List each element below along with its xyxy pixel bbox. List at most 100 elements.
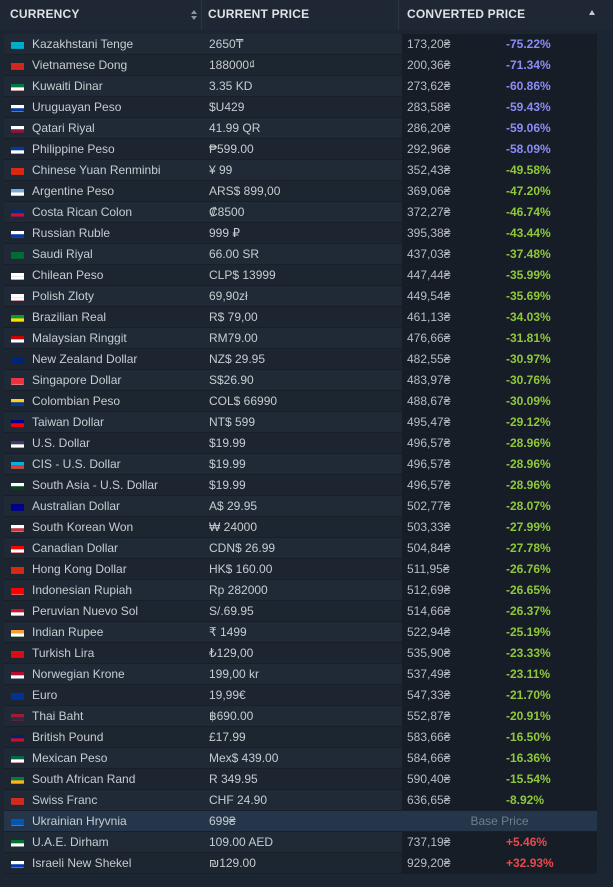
flag-au-icon xyxy=(11,501,24,511)
table-row[interactable]: Polish Zloty 69,90zł 449,54₴ -35.69% xyxy=(4,286,597,307)
price-difference-percent: -28.96% xyxy=(506,436,551,450)
table-row[interactable]: Norwegian Krone 199,00 kr 537,49₴ -23.11% xyxy=(4,664,597,685)
price-difference-percent: -75.22% xyxy=(506,37,551,51)
base-price-label: Base Price xyxy=(470,814,529,828)
table-row[interactable]: Israeli New Shekel ₪129.00 929,20₴ +32.93% xyxy=(4,853,597,874)
table-row[interactable]: Kazakhstani Tenge 2650₸ 173,20₴ -75.22% xyxy=(4,34,597,55)
current-price: 3.35 KD xyxy=(209,79,253,93)
currency-name: South African Rand xyxy=(32,772,136,786)
table-row[interactable]: South African Rand R 349.95 590,40₴ -15.54% xyxy=(4,769,597,790)
table-row[interactable]: Brazilian Real R$ 79,00 461,13₴ -34.03% xyxy=(4,307,597,328)
flag-il-icon xyxy=(11,858,24,868)
table-row[interactable]: Hong Kong Dollar HK$ 160.00 511,95₴ -26.76% xyxy=(4,559,597,580)
price-difference-percent: -20.91% xyxy=(506,709,551,723)
table-row[interactable]: Indian Rupee ₹ 1499 522,94₴ -25.19% xyxy=(4,622,597,643)
current-price: 109.00 AED xyxy=(209,835,274,849)
table-row[interactable]: Singapore Dollar S$26.90 483,97₴ -30.76% xyxy=(4,370,597,391)
converted-price: 488,67₴ xyxy=(407,394,451,408)
table-row[interactable]: Peruvian Nuevo Sol S/.69.95 514,66₴ -26.37% xyxy=(4,601,597,622)
current-price: ₡8500 xyxy=(209,205,245,219)
table-row[interactable]: Qatari Riyal 41.99 QR 286,20₴ -59.06% xyxy=(4,118,597,139)
converted-cell: 522,94₴ -25.19% xyxy=(402,622,597,643)
converted-cell: 514,66₴ -26.37% xyxy=(402,601,597,622)
currency-name: Euro xyxy=(32,688,58,702)
converted-price: 583,66₴ xyxy=(407,730,451,744)
price-difference-percent: -8.92% xyxy=(506,793,545,807)
converted-price: 496,57₴ xyxy=(407,436,451,450)
table-row[interactable]: Malaysian Ringgit RM79.00 476,66₴ -31.81% xyxy=(4,328,597,349)
currency-name: Swiss Franc xyxy=(32,793,98,807)
current-price: Mex$ 439.00 xyxy=(209,751,279,765)
price-difference-percent: -27.78% xyxy=(506,541,551,555)
table-row[interactable]: South Korean Won ₩ 24000 503,33₴ -27.99% xyxy=(4,517,597,538)
currency-name: South Asia - U.S. Dollar xyxy=(32,478,159,492)
table-row[interactable]: Chilean Peso CLP$ 13999 447,44₴ -35.99% xyxy=(4,265,597,286)
currency-column-header[interactable]: CURRENCY xyxy=(10,7,80,21)
currency-name: Chinese Yuan Renminbi xyxy=(32,163,161,177)
price-difference-percent: -28.07% xyxy=(506,499,551,513)
converted-cell: 584,66₴ -16.36% xyxy=(402,748,597,769)
converted-cell: 503,33₴ -27.99% xyxy=(402,517,597,538)
table-row[interactable]: Swiss Franc CHF 24.90 636,65₴ -8.92% xyxy=(4,790,597,811)
current-price: 41.99 QR xyxy=(209,121,261,135)
table-row[interactable]: Euro 19,99€ 547,33₴ -21.70% xyxy=(4,685,597,706)
converted-price: 496,57₴ xyxy=(407,478,451,492)
table-row[interactable]: Thai Baht ฿690.00 552,87₴ -20.91% xyxy=(4,706,597,727)
table-row[interactable]: Mexican Peso Mex$ 439.00 584,66₴ -16.36% xyxy=(4,748,597,769)
table-row[interactable]: Colombian Peso COL$ 66990 488,67₴ -30.09% xyxy=(4,391,597,412)
table-row[interactable]: South Asia - U.S. Dollar $19.99 496,57₴ -28… xyxy=(4,475,597,496)
table-row[interactable]: Kuwaiti Dinar 3.35 KD 273,62₴ -60.86% xyxy=(4,76,597,97)
converted-cell: 476,66₴ -31.81% xyxy=(402,328,597,349)
table-row[interactable]: Canadian Dollar CDN$ 26.99 504,84₴ -27.78% xyxy=(4,538,597,559)
table-row[interactable]: New Zealand Dollar NZ$ 29.95 482,55₴ -30.97… xyxy=(4,349,597,370)
sort-updown-icon[interactable] xyxy=(190,9,198,21)
table-row[interactable]: Australian Dollar A$ 29.95 502,77₴ -28.07% xyxy=(4,496,597,517)
current-price: R 349.95 xyxy=(209,772,258,786)
converted-cell: 369,06₴ -47.20% xyxy=(402,181,597,202)
currency-name: Kazakhstani Tenge xyxy=(32,37,134,51)
currency-name: Taiwan Dollar xyxy=(32,415,105,429)
converted-price: 584,66₴ xyxy=(407,751,451,765)
current-price-column-header[interactable]: CURRENT PRICE xyxy=(208,7,309,21)
table-row[interactable]: Uruguayan Peso $U429 283,58₴ -59.43% xyxy=(4,97,597,118)
converted-price: 636,65₴ xyxy=(407,793,451,807)
table-row[interactable]: Indonesian Rupiah Rp 282000 512,69₴ -26.65% xyxy=(4,580,597,601)
current-price: 66.00 SR xyxy=(209,247,260,261)
current-price: S/.69.95 xyxy=(209,604,254,618)
table-row[interactable]: Turkish Lira ₺129,00 535,90₴ -23.33% xyxy=(4,643,597,664)
price-difference-percent: -23.11% xyxy=(506,667,551,681)
currency-name: New Zealand Dollar xyxy=(32,352,138,366)
table-row[interactable]: Vietnamese Dong 188000₫ 200,36₴ -71.34% xyxy=(4,55,597,76)
converted-price-column-header[interactable]: CONVERTED PRICE xyxy=(407,7,525,21)
currency-name: Ukrainian Hryvnia xyxy=(32,814,127,828)
table-row[interactable]: Argentine Peso ARS$ 899,00 369,06₴ -47.20% xyxy=(4,181,597,202)
currency-table: CURRENCY CURRENT PRICE CONVERTED PRICE K… xyxy=(0,0,613,887)
converted-cell: 482,55₴ -30.97% xyxy=(402,349,597,370)
converted-price: 395,38₴ xyxy=(407,226,451,240)
flag-cn-icon xyxy=(11,165,24,175)
converted-price: 173,20₴ xyxy=(407,37,451,51)
header-divider xyxy=(398,0,399,30)
current-price: 2650₸ xyxy=(209,37,244,51)
table-row[interactable]: Taiwan Dollar NT$ 599 495,47₴ -29.12% xyxy=(4,412,597,433)
flag-sa-icon xyxy=(11,249,24,259)
flag-cr-icon xyxy=(11,207,24,217)
table-row[interactable]: U.A.E. Dirham 109.00 AED 737,19₴ +5.46% xyxy=(4,832,597,853)
table-row[interactable]: CIS - U.S. Dollar $19.99 496,57₴ -28.96% xyxy=(4,454,597,475)
current-price: Rp 282000 xyxy=(209,583,268,597)
sort-down-icon[interactable] xyxy=(588,9,596,17)
table-row[interactable]: Chinese Yuan Renminbi ¥ 99 352,43₴ -49.58% xyxy=(4,160,597,181)
table-row[interactable]: British Pound £17.99 583,66₴ -16.50% xyxy=(4,727,597,748)
price-difference-percent: -46.74% xyxy=(506,205,551,219)
converted-price: 511,95₴ xyxy=(407,562,450,576)
table-row[interactable]: Costa Rican Colon ₡8500 372,27₴ -46.74% xyxy=(4,202,597,223)
table-row[interactable]: Russian Ruble 999 ₽ 395,38₴ -43.44% xyxy=(4,223,597,244)
table-row[interactable]: Ukrainian Hryvnia 699₴ Base Price xyxy=(4,811,597,832)
currency-name: Hong Kong Dollar xyxy=(32,562,127,576)
price-difference-percent: -71.34% xyxy=(506,58,551,72)
table-row[interactable]: Philippine Peso ₱599.00 292,96₴ -58.09% xyxy=(4,139,597,160)
currency-name: Australian Dollar xyxy=(32,499,121,513)
table-row[interactable]: Saudi Riyal 66.00 SR 437,03₴ -37.48% xyxy=(4,244,597,265)
flag-id-icon xyxy=(11,585,24,595)
table-row[interactable]: U.S. Dollar $19.99 496,57₴ -28.96% xyxy=(4,433,597,454)
